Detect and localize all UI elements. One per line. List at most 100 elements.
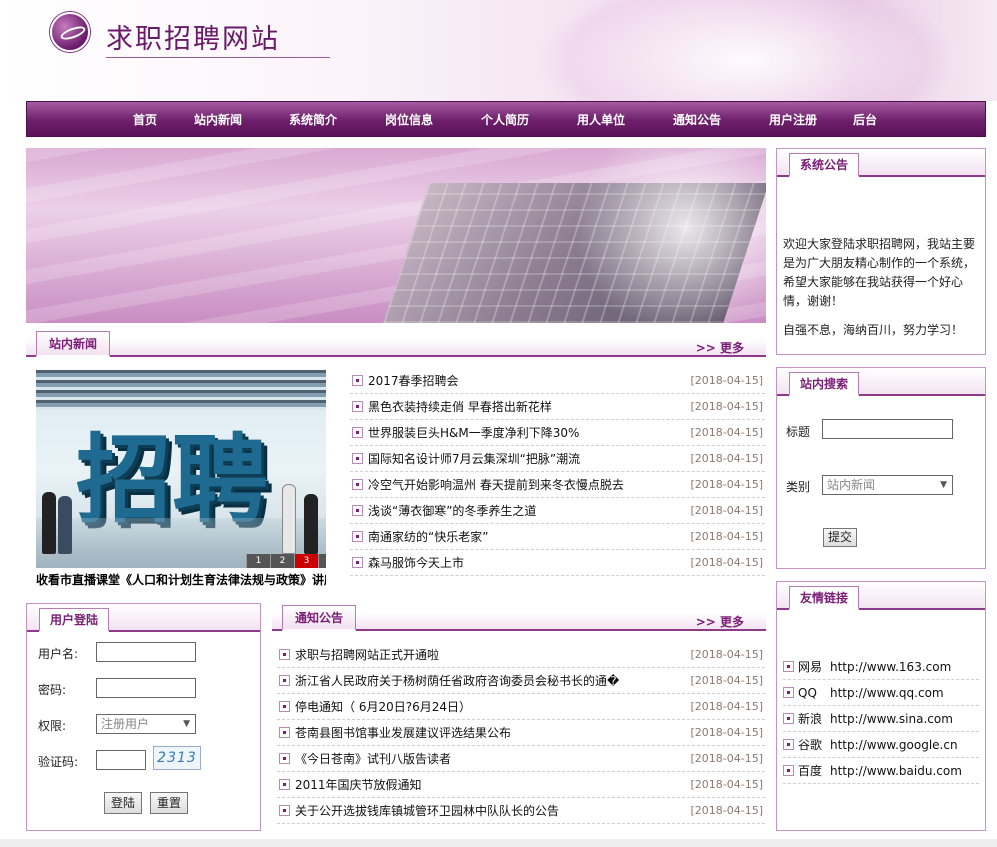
link-name[interactable]: 网易 bbox=[798, 654, 822, 680]
list-item-title[interactable]: 浙江省人民政府关于杨树荫任省政府咨询委员会秘书长的通� bbox=[295, 668, 685, 694]
slideshow-caption[interactable]: 收看市直播课堂《人口和计划生育法律法规与政策》讲座 bbox=[36, 571, 326, 587]
list-item[interactable]: 2011年国庆节放假通知 [2018-04-15] bbox=[277, 772, 765, 798]
list-item[interactable]: 《今日苍南》试刊八版告读者 [2018-04-15] bbox=[277, 746, 765, 772]
list-item-date: [2018-04-15] bbox=[690, 556, 763, 569]
banner-image bbox=[26, 148, 766, 323]
list-item[interactable]: 南通家纺的“快乐老家” [2018-04-15] bbox=[350, 524, 765, 550]
search-category-label: 类别 bbox=[786, 480, 811, 494]
list-item[interactable]: 森马服饰今天上市 [2018-04-15] bbox=[350, 550, 765, 576]
list-item[interactable]: 黑色衣装持续走俏 早春搭出新花样 [2018-04-15] bbox=[350, 394, 765, 420]
list-item-title[interactable]: 苍南县图书馆事业发展建议评选结果公布 bbox=[295, 720, 685, 746]
nav-employers[interactable]: 用人单位 bbox=[577, 102, 625, 138]
bullet-icon bbox=[352, 531, 363, 542]
notices-more-link[interactable]: >> 更多 bbox=[696, 613, 744, 630]
nav-notices[interactable]: 通知公告 bbox=[673, 102, 721, 138]
password-input[interactable] bbox=[96, 678, 196, 698]
list-item[interactable]: 浙江省人民政府关于杨树荫任省政府咨询委员会秘书长的通� [2018-04-15] bbox=[277, 668, 765, 694]
nav-about[interactable]: 系统简介 bbox=[289, 102, 337, 138]
pager-2[interactable]: 2 bbox=[270, 554, 294, 568]
list-item-title[interactable]: 2017春季招聘会 bbox=[368, 368, 685, 394]
link-item[interactable]: 网易 http://www.163.com bbox=[783, 654, 979, 680]
bullet-icon bbox=[279, 753, 290, 764]
bullet-icon bbox=[352, 453, 363, 464]
nav-resume[interactable]: 个人简历 bbox=[481, 102, 529, 138]
link-name[interactable]: 百度 bbox=[798, 758, 822, 784]
list-item-title[interactable]: 南通家纺的“快乐老家” bbox=[368, 524, 685, 550]
bullet-icon bbox=[279, 779, 290, 790]
search-submit-button[interactable]: 提交 bbox=[823, 528, 858, 547]
list-item[interactable]: 世界服装巨头H&M一季度净利下降30% [2018-04-15] bbox=[350, 420, 765, 446]
reset-button[interactable]: 重置 bbox=[150, 792, 189, 814]
news-tab[interactable]: 站内新闻 bbox=[36, 331, 111, 357]
list-item-date: [2018-04-15] bbox=[690, 804, 763, 817]
list-item-title[interactable]: 国际知名设计师7月云集深圳“把脉”潮流 bbox=[368, 446, 685, 472]
list-item-title[interactable]: 求职与招聘网站正式开通啦 bbox=[295, 642, 685, 668]
nav-jobs[interactable]: 岗位信息 bbox=[385, 102, 433, 138]
list-item-title[interactable]: 黑色衣装持续走俏 早春搭出新花样 bbox=[368, 394, 685, 420]
username-input[interactable] bbox=[96, 642, 196, 662]
pager-1[interactable]: 1 bbox=[246, 554, 270, 568]
bullet-icon bbox=[352, 427, 363, 438]
login-heading: 用户登陆 bbox=[39, 608, 110, 632]
list-item-title[interactable]: 关于公开选拔钱库镇城管环卫园林中队队长的公告 bbox=[295, 798, 685, 824]
link-name[interactable]: 谷歌 bbox=[798, 732, 822, 758]
list-item-title[interactable]: 世界服装巨头H&M一季度净利下降30% bbox=[368, 420, 685, 446]
list-item-title[interactable]: 冷空气开始影响温州 春天提前到来冬衣慢点脱去 bbox=[368, 472, 685, 498]
list-item[interactable]: 2017春季招聘会 [2018-04-15] bbox=[350, 368, 765, 394]
captcha-image[interactable]: 2313 bbox=[153, 746, 201, 770]
news-slideshow[interactable]: 招聘 1 2 3 4 5 bbox=[36, 370, 326, 568]
logo-icon[interactable] bbox=[50, 12, 90, 52]
list-item[interactable]: 国际知名设计师7月云集深圳“把脉”潮流 [2018-04-15] bbox=[350, 446, 765, 472]
list-item[interactable]: 求职与招聘网站正式开通啦 [2018-04-15] bbox=[277, 642, 765, 668]
nav-home[interactable]: 首页 bbox=[133, 102, 157, 138]
link-name[interactable]: 新浪 bbox=[798, 706, 822, 732]
list-item[interactable]: 苍南县图书馆事业发展建议评选结果公布 [2018-04-15] bbox=[277, 720, 765, 746]
chevron-down-icon: ▼ bbox=[940, 480, 947, 490]
list-item-title[interactable]: 2011年国庆节放假通知 bbox=[295, 772, 685, 798]
pager-4[interactable]: 4 bbox=[318, 554, 326, 568]
captcha-input[interactable] bbox=[96, 750, 146, 770]
list-item-title[interactable]: 《今日苍南》试刊八版告读者 bbox=[295, 746, 685, 772]
list-item-title[interactable]: 浅谈“薄衣御寒”的冬季养生之道 bbox=[368, 498, 685, 524]
list-item[interactable]: 冷空气开始影响温州 春天提前到来冬衣慢点脱去 [2018-04-15] bbox=[350, 472, 765, 498]
bullet-icon bbox=[352, 505, 363, 516]
link-url[interactable]: http://www.google.cn bbox=[830, 732, 958, 758]
pager-3[interactable]: 3 bbox=[294, 554, 318, 568]
link-item[interactable]: 谷歌 http://www.google.cn bbox=[783, 732, 979, 758]
news-more-link[interactable]: >> 更多 bbox=[696, 339, 744, 356]
list-item-date: [2018-04-15] bbox=[690, 530, 763, 543]
main-nav: 首页 站内新闻 系统简介 岗位信息 个人简历 用人单位 通知公告 用户注册 后台 bbox=[26, 101, 986, 137]
nav-admin[interactable]: 后台 bbox=[853, 102, 877, 138]
login-button[interactable]: 登陆 bbox=[104, 792, 143, 814]
notices-tab[interactable]: 通知公告 bbox=[282, 605, 357, 631]
link-url[interactable]: http://www.163.com bbox=[830, 654, 951, 680]
nav-register[interactable]: 用户注册 bbox=[769, 102, 817, 138]
search-heading: 站内搜索 bbox=[789, 372, 860, 396]
slideshow-pager: 1 2 3 4 5 bbox=[246, 554, 326, 568]
bullet-icon bbox=[783, 713, 794, 724]
person-figure bbox=[58, 496, 72, 554]
list-item-title[interactable]: 停电通知（ 6月20日?6月24日） bbox=[295, 694, 685, 720]
nav-news[interactable]: 站内新闻 bbox=[194, 102, 242, 138]
announcement-paragraph: 欢迎大家登陆求职招聘网，我站主要是为广大朋友精心制作的一个系统，希望大家能够在我… bbox=[783, 237, 976, 308]
role-select[interactable]: 注册用户 ▼ bbox=[96, 714, 196, 734]
bullet-icon bbox=[279, 649, 290, 660]
link-item[interactable]: QQ http://www.qq.com bbox=[783, 680, 979, 706]
chevron-down-icon: ▼ bbox=[183, 719, 190, 729]
list-item[interactable]: 浅谈“薄衣御寒”的冬季养生之道 [2018-04-15] bbox=[350, 498, 765, 524]
link-url[interactable]: http://www.sina.com bbox=[830, 706, 953, 732]
list-item[interactable]: 关于公开选拔钱库镇城管环卫园林中队队长的公告 [2018-04-15] bbox=[277, 798, 765, 824]
role-label: 权限: bbox=[38, 719, 67, 733]
link-url[interactable]: http://www.baidu.com bbox=[830, 758, 962, 784]
announcement-text: 欢迎大家登陆求职招聘网，我站主要是为广大朋友精心制作的一个系统，希望大家能够在我… bbox=[783, 235, 979, 350]
announcement-heading: 系统公告 bbox=[789, 153, 860, 177]
list-item[interactable]: 停电通知（ 6月20日?6月24日） [2018-04-15] bbox=[277, 694, 765, 720]
list-item-title[interactable]: 森马服饰今天上市 bbox=[368, 550, 685, 576]
search-category-select[interactable]: 站内新闻 ▼ bbox=[822, 475, 953, 495]
search-title-input[interactable] bbox=[822, 419, 953, 439]
link-name[interactable]: QQ bbox=[798, 680, 817, 706]
bullet-icon bbox=[279, 701, 290, 712]
link-item[interactable]: 百度 http://www.baidu.com bbox=[783, 758, 979, 784]
link-url[interactable]: http://www.qq.com bbox=[830, 680, 944, 706]
link-item[interactable]: 新浪 http://www.sina.com bbox=[783, 706, 979, 732]
